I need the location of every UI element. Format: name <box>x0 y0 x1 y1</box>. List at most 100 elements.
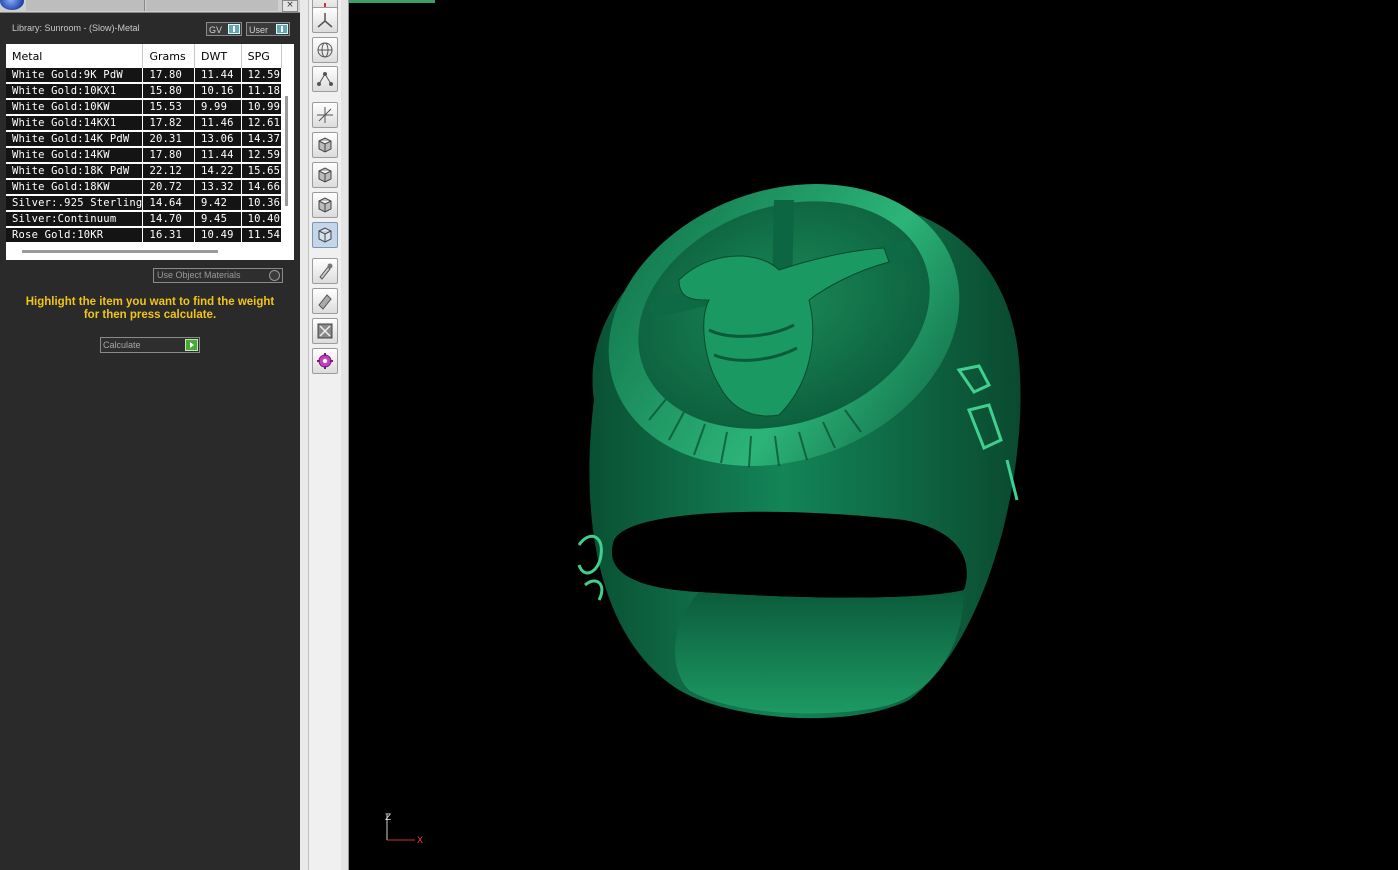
grams-cell: 14.64 <box>142 195 195 212</box>
metal-cell: Rose Gold:10KR <box>6 227 144 244</box>
cube-front-icon[interactable] <box>312 132 338 158</box>
metal-cell: White Gold:9K PdW <box>6 68 144 84</box>
metal-cell: Silver:.925 Sterling <box>6 195 144 212</box>
dwt-cell: 11.44 <box>194 68 242 84</box>
spg-cell: 11.54 <box>241 227 283 244</box>
table-row[interactable]: Silver:Continuum 14.70 9.45 10.40 <box>6 211 283 228</box>
metal-cell: White Gold:10KX1 <box>6 83 144 100</box>
panel-tab[interactable] <box>26 0 145 11</box>
toggle-knob-icon <box>228 24 240 34</box>
grams-cell: 15.80 <box>142 83 195 100</box>
table-row[interactable]: Rose Gold:10KR 16.31 10.49 11.54 <box>6 227 283 244</box>
table-horizontal-scrollbar[interactable] <box>22 250 218 253</box>
grams-cell: 16.31 <box>142 227 195 244</box>
viewport-splitter[interactable] <box>341 0 349 870</box>
instruction-line-2: for then press calculate. <box>83 309 217 321</box>
panel-tab-secondary[interactable] <box>146 0 278 11</box>
table-row[interactable]: White Gold:14KX1 17.82 11.46 12.61 <box>6 115 283 132</box>
table-row[interactable]: White Gold:14KW 17.80 11.44 12.59 <box>6 147 283 164</box>
cube-top-icon[interactable] <box>312 162 338 188</box>
metal-weight-table: Metal Grams DWT SPG White Gold:9K PdW 17… <box>6 44 294 260</box>
view-toolbar <box>308 0 342 870</box>
toggle-knob-icon <box>276 24 288 34</box>
grams-cell: 20.72 <box>142 179 195 196</box>
table-row[interactable]: White Gold:18KW 20.72 13.32 14.66 <box>6 179 283 196</box>
table-row[interactable]: White Gold:14K PdW 20.31 13.06 14.37 <box>6 131 283 148</box>
grams-cell: 17.80 <box>142 68 195 84</box>
grams-cell: 14.70 <box>142 211 195 228</box>
axis-gizmo: Z X <box>385 813 423 846</box>
weight-calculator-panel: × Library: Sunroom - (Slow)-Metal GV Use… <box>0 0 300 870</box>
table-row[interactable]: White Gold:10KW 15.53 9.99 10.99 <box>6 99 283 116</box>
column-header-metal[interactable]: Metal <box>6 44 144 68</box>
metal-cell: White Gold:14KX1 <box>6 115 144 132</box>
spg-cell: 10.99 <box>241 99 283 116</box>
column-header-dwt[interactable]: DWT <box>194 44 242 68</box>
finger-hole <box>611 511 967 598</box>
axis-x-label: X <box>417 836 423 846</box>
table-row[interactable]: White Gold:9K PdW 17.80 11.44 12.59 <box>6 68 283 84</box>
table-row[interactable]: White Gold:10KX1 15.80 10.16 11.18 <box>6 83 283 100</box>
dwt-cell: 13.06 <box>194 131 242 148</box>
3d-viewport[interactable]: Z X <box>349 0 1398 870</box>
gv-toggle[interactable]: GV <box>206 22 242 36</box>
grams-cell: 17.80 <box>142 147 195 164</box>
calculate-button[interactable]: Calculate <box>100 337 200 353</box>
inner-band <box>675 590 964 714</box>
move-axes-icon[interactable] <box>312 102 338 128</box>
metal-cell: White Gold:10KW <box>6 99 144 116</box>
grid-cancel-icon[interactable] <box>312 318 338 344</box>
table-row[interactable]: Silver:.925 Sterling 14.64 9.42 10.36 <box>6 195 283 212</box>
metal-cell: White Gold:18KW <box>6 179 144 196</box>
metal-cell: Silver:Continuum <box>6 211 144 228</box>
dwt-cell: 14.22 <box>194 163 242 180</box>
metal-cell: White Gold:14K PdW <box>6 131 144 148</box>
play-arrow-icon <box>185 339 198 351</box>
grams-cell: 20.31 <box>142 131 195 148</box>
library-label: Library: Sunroom - (Slow)-Metal <box>12 23 140 33</box>
spg-cell: 10.36 <box>241 195 283 212</box>
gear-multi-icon[interactable] <box>312 348 338 374</box>
app-logo-icon[interactable] <box>0 0 24 10</box>
dwt-cell: 13.32 <box>194 179 242 196</box>
node-graph-icon[interactable] <box>312 66 338 92</box>
column-header-grams[interactable]: Grams <box>142 44 195 68</box>
instruction-line-1: Highlight the item you want to find the … <box>25 296 275 308</box>
spg-cell: 12.59 <box>241 68 283 84</box>
axis-z-label: Z <box>385 813 391 823</box>
spg-cell: 15.65 <box>241 163 283 180</box>
table-header-row: Metal Grams DWT SPG <box>6 44 283 68</box>
spg-cell: 14.66 <box>241 179 283 196</box>
spg-cell: 11.18 <box>241 83 283 100</box>
cube-side-icon[interactable] <box>312 192 338 218</box>
instruction-text: Highlight the item you want to find the … <box>0 296 300 322</box>
use-object-materials-label: Use Object Materials <box>157 270 241 280</box>
ring-model[interactable] <box>349 0 1398 870</box>
grams-cell: 17.82 <box>142 115 195 132</box>
table-vertical-scrollbar[interactable] <box>285 96 288 206</box>
dwt-cell: 11.44 <box>194 147 242 164</box>
cube-iso-icon[interactable] <box>312 222 338 248</box>
spg-cell: 14.37 <box>241 131 283 148</box>
radio-icon[interactable] <box>269 270 280 281</box>
eyedropper-icon[interactable] <box>312 258 338 284</box>
dwt-cell: 9.99 <box>194 99 242 116</box>
metal-table: Metal Grams DWT SPG White Gold:9K PdW 17… <box>6 44 283 244</box>
table-row[interactable]: White Gold:18K PdW 22.12 14.22 15.65 <box>6 163 283 180</box>
globe-icon[interactable] <box>312 37 338 63</box>
user-toggle-label: User <box>249 25 269 35</box>
paint-brush-icon[interactable] <box>312 288 338 314</box>
spg-cell: 12.59 <box>241 147 283 164</box>
grams-cell: 15.53 <box>142 99 195 116</box>
spg-cell: 12.61 <box>241 115 283 132</box>
use-object-materials-option[interactable]: Use Object Materials <box>153 268 283 283</box>
user-toggle[interactable]: User <box>246 22 290 36</box>
calculate-label: Calculate <box>103 340 141 350</box>
column-header-spg[interactable]: SPG <box>241 44 283 68</box>
dwt-cell: 10.16 <box>194 83 242 100</box>
gv-toggle-label: GV <box>209 25 223 35</box>
dwt-cell: 10.49 <box>194 227 242 244</box>
close-icon[interactable]: × <box>282 0 298 12</box>
dwt-cell: 11.46 <box>194 115 242 132</box>
axis-tripod-icon[interactable] <box>312 7 338 33</box>
